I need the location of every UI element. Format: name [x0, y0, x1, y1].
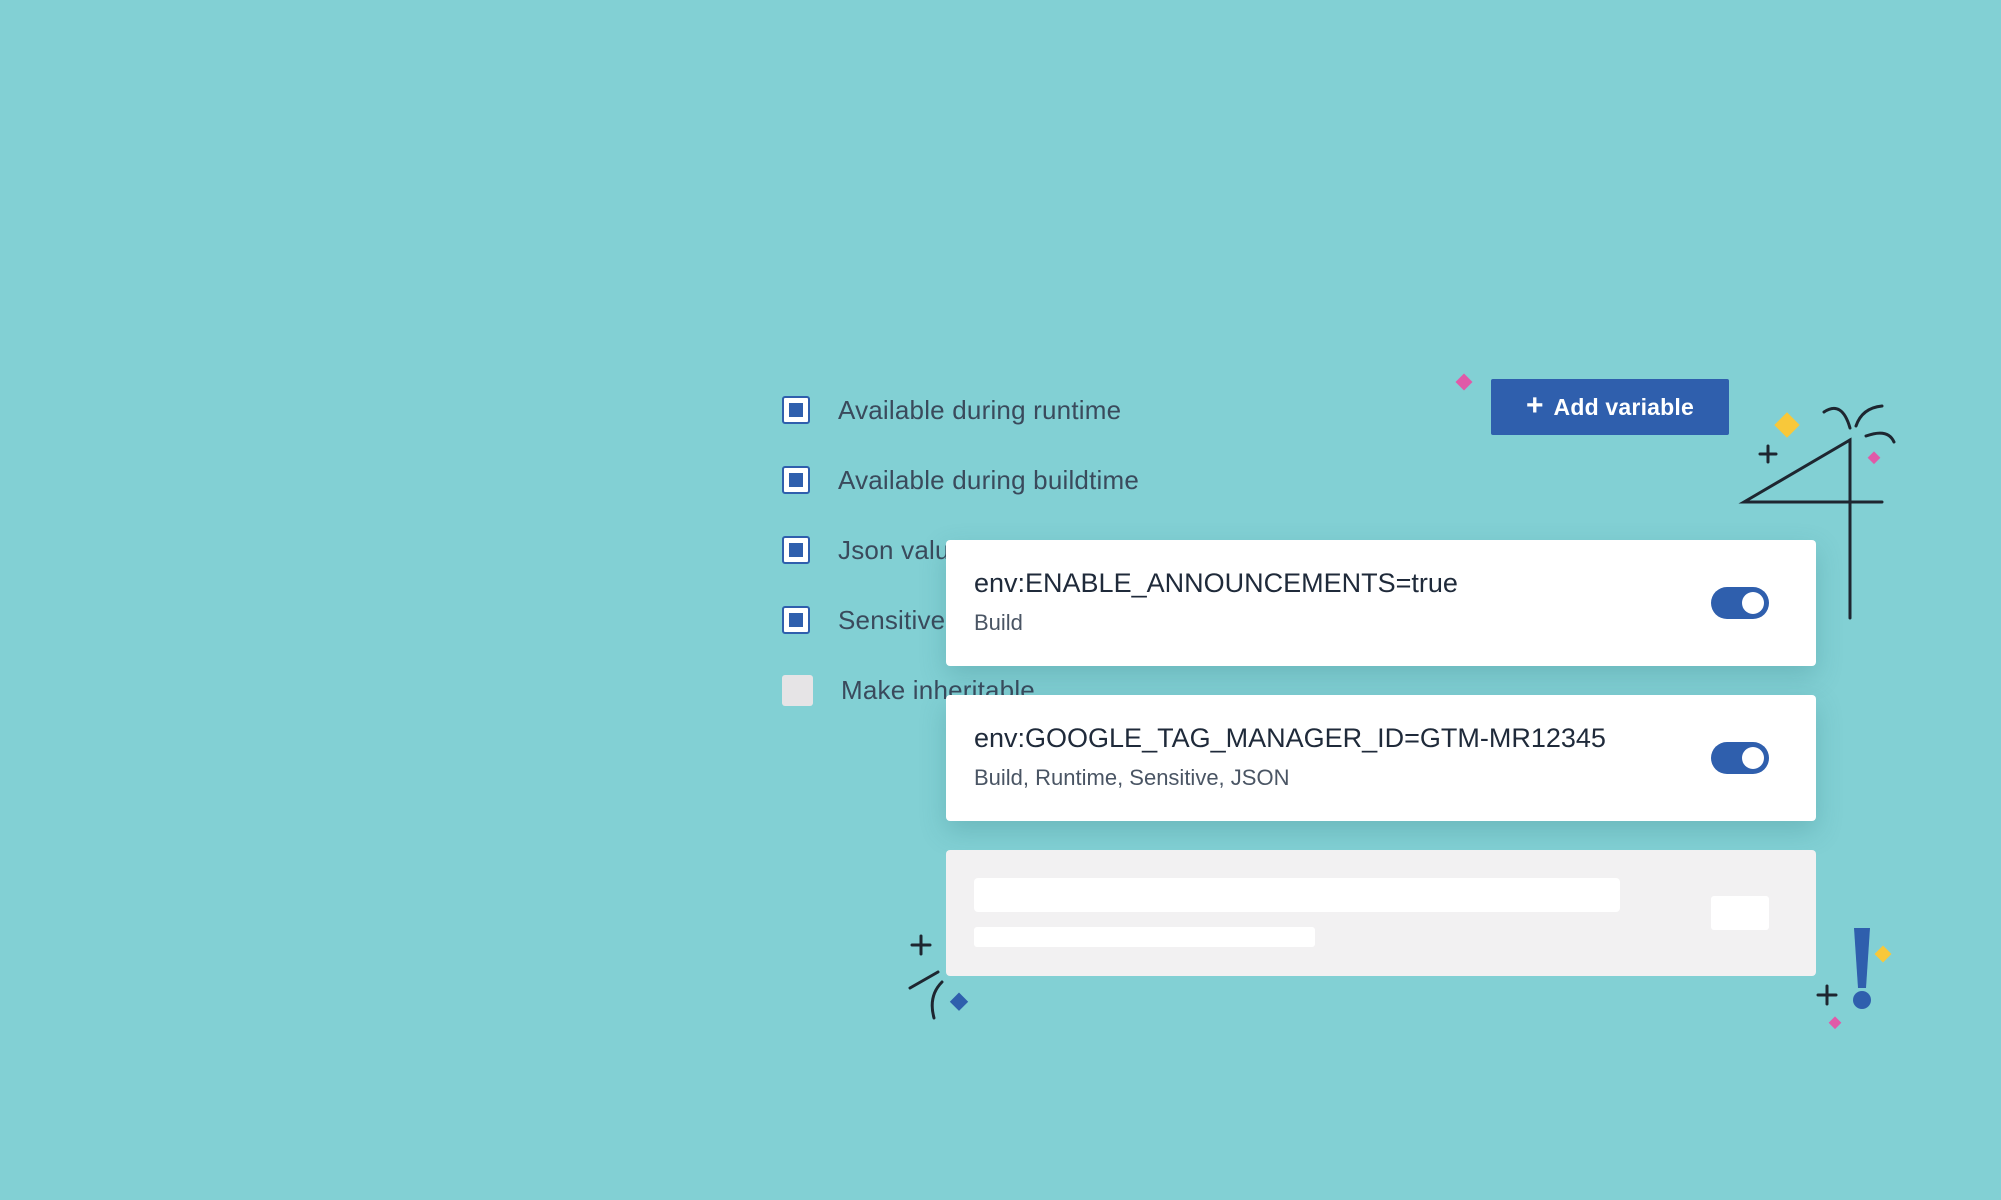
option-buildtime-label: Available during buildtime	[838, 464, 1140, 495]
checkbox-runtime[interactable]	[782, 396, 810, 424]
add-variable-label: Add variable	[1553, 393, 1694, 420]
variable-enabled-toggle[interactable]	[1711, 742, 1769, 774]
variable-name: env:ENABLE_ANNOUNCEMENTS=true	[974, 568, 1458, 598]
variable-card[interactable]: env:ENABLE_ANNOUNCEMENTS=true Build	[946, 540, 1816, 666]
add-variable-button[interactable]: + Add variable	[1491, 379, 1729, 435]
placeholder-name-line	[974, 878, 1620, 912]
placeholder-scope-line	[974, 927, 1315, 947]
toggle-knob	[1742, 747, 1764, 769]
variable-enabled-toggle[interactable]	[1711, 587, 1769, 619]
checkbox-make-inheritable[interactable]	[782, 674, 813, 706]
option-runtime[interactable]: Available during runtime	[782, 390, 1121, 430]
checkbox-sensitive[interactable]	[782, 606, 810, 634]
toggle-knob	[1742, 592, 1764, 614]
placeholder-toggle	[1711, 896, 1769, 930]
checkbox-json-value[interactable]	[782, 536, 810, 564]
variable-scope: Build	[974, 610, 1023, 635]
plus-icon: +	[1526, 388, 1544, 422]
checkbox-buildtime[interactable]	[782, 466, 810, 494]
variable-scope: Build, Runtime, Sensitive, JSON	[974, 765, 1290, 790]
option-runtime-label: Available during runtime	[838, 394, 1122, 425]
option-buildtime[interactable]: Available during buildtime	[782, 460, 1139, 500]
option-sensitive-label: Sensitive	[838, 604, 946, 635]
option-json-value[interactable]: Json value	[782, 530, 964, 570]
variable-name: env:GOOGLE_TAG_MANAGER_ID=GTM-MR12345	[974, 723, 1606, 753]
variable-card-placeholder	[946, 850, 1816, 976]
option-sensitive[interactable]: Sensitive	[782, 600, 945, 640]
variable-card[interactable]: env:GOOGLE_TAG_MANAGER_ID=GTM-MR12345 Bu…	[946, 695, 1816, 821]
